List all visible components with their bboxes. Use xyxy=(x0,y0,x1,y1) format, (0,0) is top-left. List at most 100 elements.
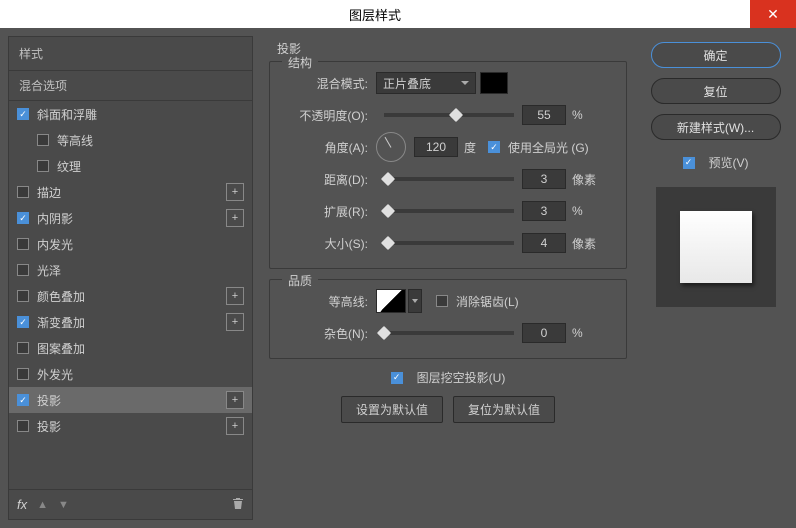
knockout-checkbox[interactable] xyxy=(391,372,403,384)
distance-input[interactable] xyxy=(522,169,566,189)
close-button[interactable]: ✕ xyxy=(750,0,796,28)
contour-preview[interactable] xyxy=(376,289,406,313)
blend-mode-dropdown[interactable]: 正片叠底 xyxy=(376,72,476,94)
style-checkbox[interactable] xyxy=(17,264,29,276)
angle-unit: 度 xyxy=(464,139,476,156)
style-label: 内阴影 xyxy=(37,210,73,227)
set-default-button[interactable]: 设置为默认值 xyxy=(341,396,443,423)
add-effect-button[interactable]: + xyxy=(226,313,244,331)
knockout-label: 图层挖空投影(U) xyxy=(417,369,506,386)
opacity-slider[interactable] xyxy=(384,113,514,117)
antialias-label: 消除锯齿(L) xyxy=(456,293,519,310)
preview-box xyxy=(656,187,776,307)
global-light-label: 使用全局光 (G) xyxy=(508,139,589,156)
style-item-6[interactable]: 光泽 xyxy=(9,257,252,283)
center-panel: 投影 结构 混合模式: 正片叠底 不透明度(O): % 角度(A): 度 xyxy=(261,36,635,520)
global-light-checkbox[interactable] xyxy=(488,141,500,153)
style-item-5[interactable]: 内发光 xyxy=(9,231,252,257)
spread-unit: % xyxy=(572,204,583,218)
angle-dial[interactable] xyxy=(376,132,406,162)
structure-legend: 结构 xyxy=(282,54,318,71)
quality-legend: 品质 xyxy=(282,272,318,289)
section-title: 投影 xyxy=(277,40,627,57)
angle-input[interactable] xyxy=(414,137,458,157)
style-label: 颜色叠加 xyxy=(37,288,85,305)
style-checkbox[interactable] xyxy=(37,160,49,172)
style-item-8[interactable]: 渐变叠加 + xyxy=(9,309,252,335)
add-effect-button[interactable]: + xyxy=(226,183,244,201)
add-effect-button[interactable]: + xyxy=(226,391,244,409)
style-item-10[interactable]: 外发光 xyxy=(9,361,252,387)
style-label: 纹理 xyxy=(57,158,81,175)
preview-label: 预览(V) xyxy=(709,154,749,171)
style-label: 描边 xyxy=(37,184,61,201)
style-label: 渐变叠加 xyxy=(37,314,85,331)
style-checkbox[interactable] xyxy=(17,186,29,198)
style-item-7[interactable]: 颜色叠加 + xyxy=(9,283,252,309)
style-checkbox[interactable] xyxy=(17,290,29,302)
style-item-2[interactable]: 纹理 xyxy=(9,153,252,179)
add-effect-button[interactable]: + xyxy=(226,287,244,305)
ok-button[interactable]: 确定 xyxy=(651,42,781,68)
add-effect-button[interactable]: + xyxy=(226,209,244,227)
style-item-11[interactable]: 投影 + xyxy=(9,387,252,413)
new-style-button[interactable]: 新建样式(W)... xyxy=(651,114,781,140)
blend-mode-label: 混合模式: xyxy=(284,75,376,92)
opacity-input[interactable] xyxy=(522,105,566,125)
spread-input[interactable] xyxy=(522,201,566,221)
size-unit: 像素 xyxy=(572,235,596,252)
spread-slider[interactable] xyxy=(384,209,514,213)
structure-fieldset: 结构 混合模式: 正片叠底 不透明度(O): % 角度(A): 度 使用全局光 … xyxy=(269,61,627,269)
antialias-checkbox[interactable] xyxy=(436,295,448,307)
trash-icon[interactable] xyxy=(232,496,244,513)
arrow-up-icon[interactable]: ▲ xyxy=(37,499,48,511)
titlebar: 图层样式 ✕ xyxy=(0,0,796,28)
style-label: 投影 xyxy=(37,392,61,409)
fx-icon[interactable]: fx xyxy=(17,497,27,512)
style-item-3[interactable]: 描边 + xyxy=(9,179,252,205)
style-checkbox[interactable] xyxy=(17,342,29,354)
size-input[interactable] xyxy=(522,233,566,253)
right-panel: 确定 复位 新建样式(W)... 预览(V) xyxy=(643,36,788,520)
cancel-button[interactable]: 复位 xyxy=(651,78,781,104)
main-area: 样式 混合选项 斜面和浮雕等高线纹理描边+内阴影+内发光光泽颜色叠加+渐变叠加+… xyxy=(0,28,796,528)
shadow-color-swatch[interactable] xyxy=(480,72,508,94)
left-panel: 样式 混合选项 斜面和浮雕等高线纹理描边+内阴影+内发光光泽颜色叠加+渐变叠加+… xyxy=(8,36,253,520)
size-slider[interactable] xyxy=(384,241,514,245)
left-footer: fx ▲ ▼ xyxy=(8,490,253,520)
preview-checkbox[interactable] xyxy=(683,157,695,169)
spread-label: 扩展(R): xyxy=(284,203,376,220)
style-item-12[interactable]: 投影 + xyxy=(9,413,252,439)
style-list: 样式 混合选项 斜面和浮雕等高线纹理描边+内阴影+内发光光泽颜色叠加+渐变叠加+… xyxy=(8,36,253,490)
angle-label: 角度(A): xyxy=(284,139,376,156)
style-label: 光泽 xyxy=(37,262,61,279)
distance-unit: 像素 xyxy=(572,171,596,188)
noise-unit: % xyxy=(572,326,583,340)
style-checkbox[interactable] xyxy=(17,238,29,250)
style-checkbox[interactable] xyxy=(37,134,49,146)
style-label: 外发光 xyxy=(37,366,73,383)
add-effect-button[interactable]: + xyxy=(226,417,244,435)
style-item-1[interactable]: 等高线 xyxy=(9,127,252,153)
noise-input[interactable] xyxy=(522,323,566,343)
style-checkbox[interactable] xyxy=(17,368,29,380)
noise-slider[interactable] xyxy=(384,331,514,335)
noise-label: 杂色(N): xyxy=(284,325,376,342)
style-label: 等高线 xyxy=(57,132,93,149)
style-label: 投影 xyxy=(37,418,61,435)
style-label: 斜面和浮雕 xyxy=(37,106,97,123)
contour-label: 等高线: xyxy=(284,293,376,310)
style-checkbox[interactable] xyxy=(17,108,29,120)
style-item-0[interactable]: 斜面和浮雕 xyxy=(9,101,252,127)
style-checkbox[interactable] xyxy=(17,316,29,328)
arrow-down-icon[interactable]: ▼ xyxy=(58,499,69,511)
distance-slider[interactable] xyxy=(384,177,514,181)
style-item-4[interactable]: 内阴影 + xyxy=(9,205,252,231)
contour-dropdown[interactable] xyxy=(408,289,422,313)
restore-default-button[interactable]: 复位为默认值 xyxy=(453,396,555,423)
style-checkbox[interactable] xyxy=(17,420,29,432)
style-checkbox[interactable] xyxy=(17,212,29,224)
style-checkbox[interactable] xyxy=(17,394,29,406)
style-item-9[interactable]: 图案叠加 xyxy=(9,335,252,361)
blend-options[interactable]: 混合选项 xyxy=(9,70,252,101)
